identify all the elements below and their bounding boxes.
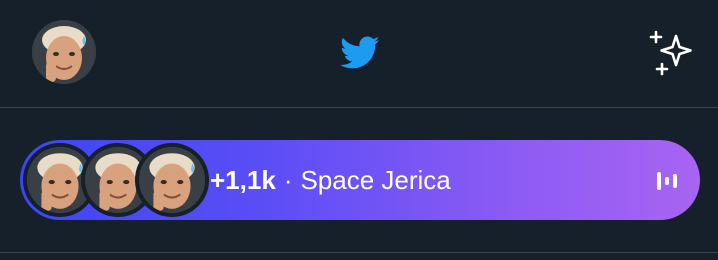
audio-bars-icon	[657, 172, 677, 190]
divider	[0, 252, 718, 253]
space-name: Space Jerica	[300, 165, 451, 195]
profile-avatar-button[interactable]	[32, 20, 96, 84]
sparkle-timeline-icon[interactable]	[648, 30, 696, 76]
space-label: +1,1k · Space Jerica	[210, 140, 451, 220]
twitter-bird-icon[interactable]	[337, 32, 383, 72]
top-bar	[0, 0, 718, 108]
listener-count: +1,1k	[210, 165, 276, 195]
live-space-bar[interactable]: +1,1k · Space Jerica	[20, 140, 700, 220]
space-host-avatars	[23, 143, 223, 217]
home-timeline: +1,1k · Space Jerica	[0, 0, 718, 260]
host-avatar	[135, 143, 209, 217]
profile-avatar-icon	[32, 20, 96, 84]
host-avatar-icon	[139, 147, 205, 213]
separator-dot: ·	[283, 165, 293, 195]
